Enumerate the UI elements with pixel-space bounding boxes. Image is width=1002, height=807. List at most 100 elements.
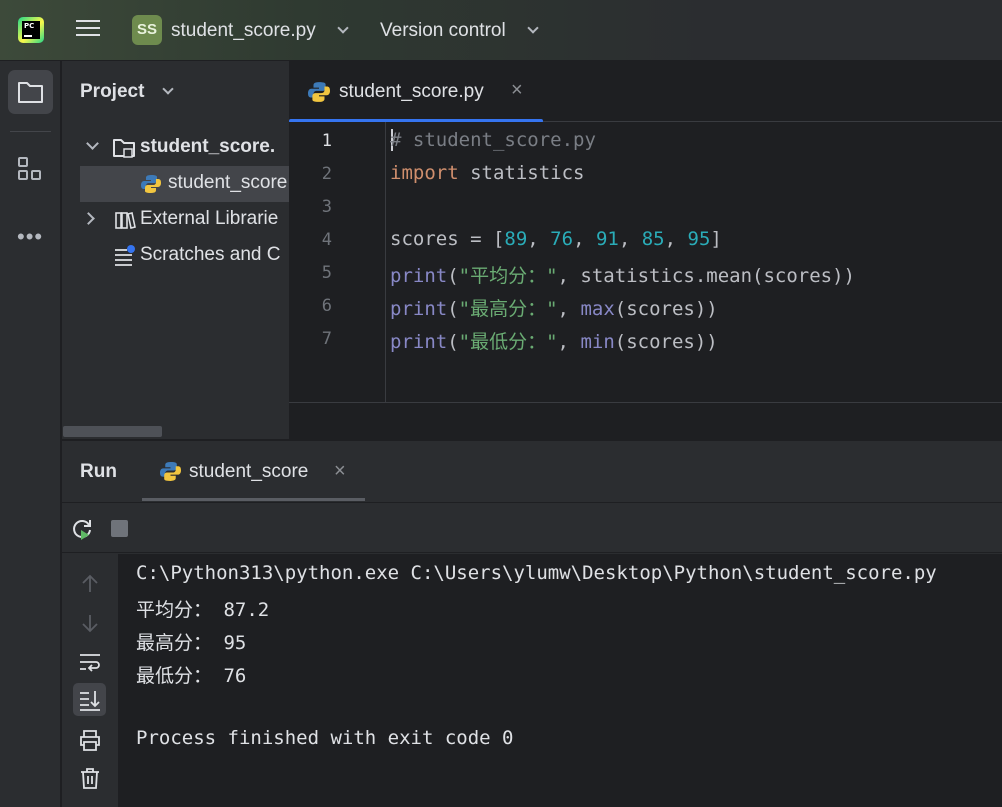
tree-item-label: Scratches and C — [140, 244, 281, 265]
version-control-menu[interactable]: Version control — [380, 20, 506, 42]
library-icon — [115, 212, 136, 229]
number-token: 91 — [595, 228, 619, 250]
editor-empty-area — [289, 403, 1002, 439]
scroll-to-end-button[interactable] — [73, 683, 106, 716]
code-token: (scores)) — [614, 298, 718, 320]
project-selector[interactable]: student_score.py — [171, 20, 316, 42]
console-line: 平均分： 87.2 — [136, 599, 270, 621]
tree-item-label: student_score — [168, 172, 288, 193]
number-token: 85 — [641, 228, 665, 250]
tree-item-root[interactable]: student_score. — [62, 130, 289, 166]
code-token: statistics — [458, 162, 585, 184]
arrow-up-icon[interactable] — [78, 572, 102, 596]
code-token: ( — [447, 331, 459, 353]
project-badge[interactable]: SS — [132, 15, 162, 45]
tool-window-strip: ••• — [0, 61, 61, 807]
tab-student-score[interactable]: student_score.py × — [289, 61, 543, 123]
python-file-icon — [308, 82, 330, 102]
code-token: (scores)) — [614, 331, 718, 353]
python-file-icon — [141, 175, 161, 193]
active-tab-indicator — [142, 498, 365, 501]
run-panel: Run student_score × C:\Python313\python.… — [62, 441, 1002, 807]
tree-item-file[interactable]: student_score — [80, 166, 289, 202]
pycharm-logo-icon[interactable]: PC — [18, 17, 44, 43]
line-number: 1 — [321, 131, 332, 151]
tree-item-scratches[interactable]: Scratches and C — [62, 238, 289, 274]
divider — [10, 131, 51, 132]
code-token: , — [557, 331, 581, 353]
code-editor[interactable]: 1 2 3 4 5 6 7 # student_score.py import … — [289, 122, 1002, 403]
project-panel: Project student_score. student_score Ext… — [62, 61, 289, 439]
chevron-right-icon[interactable] — [82, 212, 95, 225]
builtin-token: max — [580, 298, 615, 320]
line-number: 6 — [321, 296, 332, 316]
code-token: , — [557, 298, 581, 320]
project-panel-title[interactable]: Project — [80, 81, 144, 103]
code-line: # student_score.py — [390, 129, 596, 151]
run-panel-title: Run — [80, 461, 117, 482]
number-token: 95 — [687, 228, 711, 250]
code-token: , — [527, 228, 551, 250]
code-token: , — [618, 228, 642, 250]
comment-token: # — [390, 129, 402, 151]
tree-item-external-libraries[interactable]: External Librarie — [62, 202, 289, 238]
chevron-down-icon[interactable] — [337, 22, 349, 34]
string-token: "最低分：" — [458, 331, 558, 353]
keyword-token: import — [390, 162, 459, 184]
structure-icon[interactable] — [17, 156, 43, 182]
code-token: ( — [447, 265, 459, 287]
main-menu-icon[interactable] — [76, 20, 100, 40]
print-icon[interactable] — [78, 728, 102, 752]
chevron-down-icon[interactable] — [527, 22, 539, 34]
project-tool-button[interactable] — [8, 70, 53, 114]
code-line: print("平均分：", statistics.mean(scores)) — [390, 261, 855, 288]
tab-label: student_score.py — [339, 81, 484, 102]
code-token: scores = [ — [390, 228, 505, 250]
more-tools-icon[interactable]: ••• — [17, 224, 43, 250]
line-number: 3 — [321, 197, 332, 217]
stop-icon[interactable] — [111, 520, 128, 537]
code-line: print("最低分：", min(scores)) — [390, 327, 718, 354]
rerun-icon[interactable] — [70, 517, 94, 541]
builtin-token: min — [580, 331, 615, 353]
run-tab-student-score[interactable]: student_score × — [142, 441, 365, 502]
horizontal-scrollbar[interactable] — [63, 426, 162, 437]
soft-wrap-icon[interactable] — [78, 650, 102, 674]
scroll-to-end-icon — [80, 691, 100, 711]
console-line: 最高分： 95 — [136, 632, 247, 654]
close-icon[interactable]: × — [511, 79, 523, 102]
line-number: 4 — [321, 230, 332, 250]
comment-token: student_score.py — [401, 129, 596, 151]
code-line: print("最高分：", max(scores)) — [390, 294, 718, 321]
chevron-down-icon[interactable] — [162, 83, 174, 95]
code-token: , — [573, 228, 596, 250]
number-token: 89 — [504, 228, 528, 250]
code-token: ( — [447, 298, 459, 320]
builtin-token: print — [390, 331, 448, 353]
project-folder-icon — [113, 139, 135, 158]
line-number-gutter: 1 2 3 4 5 6 7 — [289, 122, 386, 403]
console-line: 最低分： 76 — [136, 665, 247, 687]
tree-item-label: External Librarie — [140, 208, 279, 229]
run-toolbar — [62, 502, 1002, 553]
builtin-token: print — [390, 298, 448, 320]
close-icon[interactable]: × — [334, 460, 346, 483]
string-token: "平均分：" — [458, 265, 558, 287]
code-token: , — [664, 228, 688, 250]
code-line: import statistics — [390, 162, 584, 184]
code-token: , statistics.mean(scores)) — [557, 265, 855, 287]
chevron-down-icon[interactable] — [86, 137, 99, 150]
tree-item-label: student_score. — [140, 136, 276, 157]
string-token: "最高分：" — [458, 298, 558, 320]
python-file-icon — [160, 462, 181, 481]
code-line: scores = [89, 76, 91, 85, 95] — [390, 228, 722, 250]
console-output[interactable]: C:\Python313\python.exe C:\Users\ylumw\D… — [118, 554, 1002, 807]
builtin-token: print — [390, 265, 448, 287]
title-bar: PC SS student_score.py Version control — [0, 0, 1002, 61]
console-line: C:\Python313\python.exe C:\Users\ylumw\D… — [136, 562, 937, 584]
arrow-down-icon[interactable] — [78, 611, 102, 635]
trash-icon[interactable] — [78, 766, 102, 790]
console-line: Process finished with exit code 0 — [136, 727, 514, 749]
number-token: 76 — [550, 228, 574, 250]
editor-tab-bar: student_score.py × — [289, 61, 1002, 123]
